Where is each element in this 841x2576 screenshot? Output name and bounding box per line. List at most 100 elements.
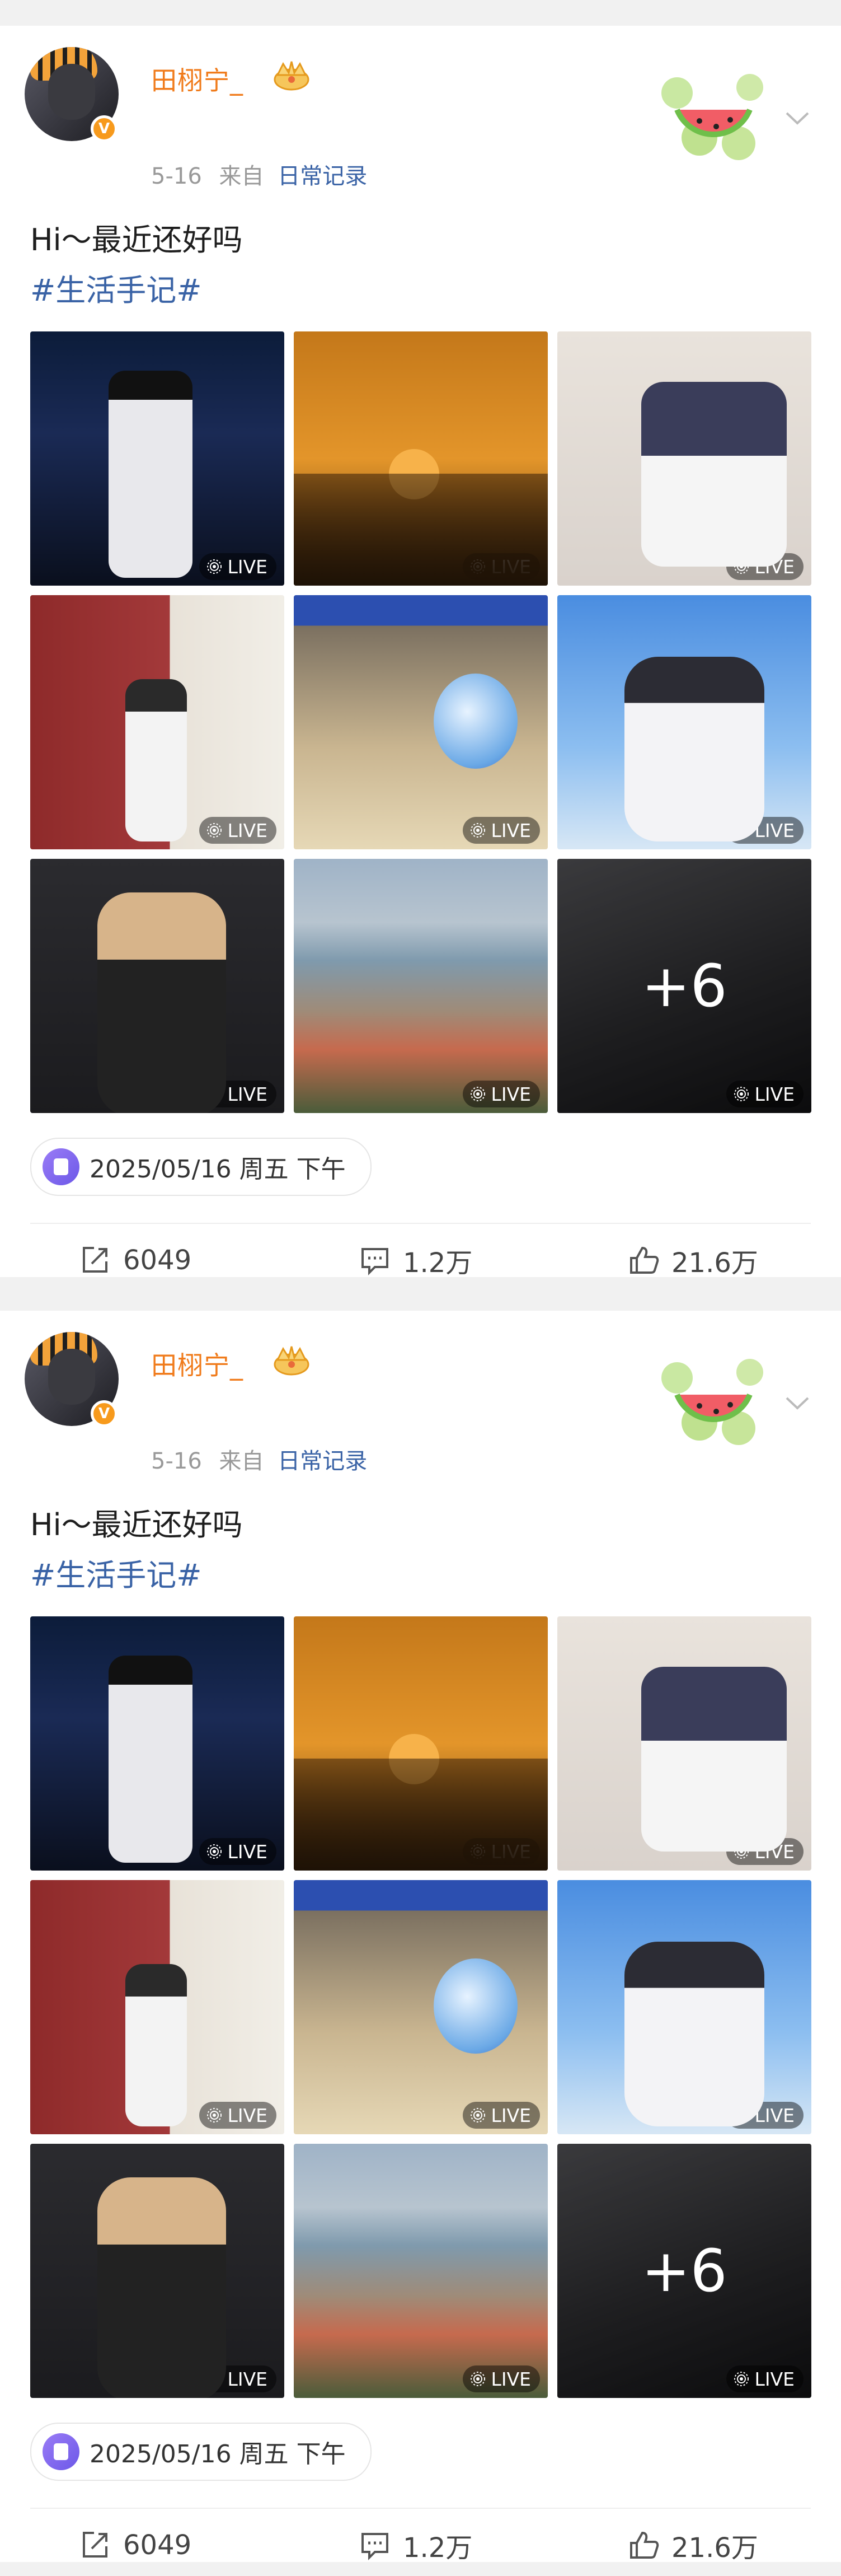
divider [30, 2508, 811, 2509]
sunset-photo[interactable]: LIVE [294, 1616, 548, 1871]
username[interactable]: 田栩宁_ [151, 1345, 243, 1382]
live-photo-icon [734, 2108, 749, 2122]
sunset-photo[interactable]: LIVE [294, 331, 548, 586]
live-photo-icon [471, 559, 486, 574]
image-grid: LIVE LIVE LIVE LIVE LIVE LIVE LIVE LIVE +6 LIVE [30, 1616, 811, 2398]
watermelon-sticker-icon [661, 74, 763, 160]
sky-selfie-photo[interactable]: LIVE [557, 1880, 811, 2134]
live-photo-badge: LIVE [199, 2365, 276, 2392]
live-photo-badge: LIVE [726, 2365, 804, 2392]
live-photo-badge: LIVE [463, 2102, 540, 2129]
live-label: LIVE [491, 1840, 531, 1863]
live-label: LIVE [754, 2368, 795, 2390]
more-images-count: +6 [557, 2144, 811, 2398]
topic-hashtag-link[interactable]: #生活手记# [30, 1550, 202, 1595]
post-meta: 5-16 来自 日常记录 [151, 1443, 367, 1475]
seaside-town-photo[interactable]: LIVE [294, 859, 548, 1113]
crown-badge-icon [274, 1346, 309, 1376]
helmet-photo[interactable]: +6 LIVE [557, 859, 811, 1113]
live-label: LIVE [227, 1083, 267, 1105]
post-meta: 5-16 来自 日常记录 [151, 158, 367, 190]
action-bar: 6049 1.2万 21.6万 [0, 1229, 841, 1291]
live-photo-icon [734, 1844, 749, 1859]
live-label: LIVE [754, 555, 795, 578]
location-chip[interactable]: 2025/05/16 周五 下午 [30, 1138, 372, 1196]
chevron-down-icon[interactable] [783, 110, 811, 127]
live-photo-icon [734, 823, 749, 838]
budgie-photo[interactable]: LIVE [294, 595, 548, 849]
comment-button[interactable]: 1.2万 [358, 1229, 472, 1291]
from-label: 来自 [219, 163, 264, 189]
night-city-photo[interactable]: LIVE [30, 1616, 284, 1871]
post-date: 5-16 [151, 163, 202, 189]
live-photo-icon [207, 2108, 222, 2122]
live-photo-badge: LIVE [463, 2365, 540, 2392]
live-photo-icon [207, 1844, 222, 1859]
live-label: LIVE [491, 819, 531, 841]
live-label: LIVE [227, 555, 267, 578]
feed-post: V 田栩宁_ 5-16 来自 日常记录 Hi～最近还好吗 #生活手记# LIVE… [0, 1311, 841, 2564]
live-photo-icon [734, 559, 749, 574]
red-wall-photo[interactable]: LIVE [30, 1880, 284, 2134]
live-label: LIVE [491, 1083, 531, 1105]
live-photo-icon [471, 2108, 486, 2122]
location-chip[interactable]: 2025/05/16 周五 下午 [30, 2423, 372, 2481]
mirror-selfie-photo[interactable]: LIVE [557, 1616, 811, 1871]
live-label: LIVE [754, 2104, 795, 2126]
post-text: Hi～最近还好吗 [30, 1507, 243, 1542]
location-text: 2025/05/16 周五 下午 [90, 1155, 346, 1184]
live-photo-icon [471, 1844, 486, 1859]
like-button[interactable]: 21.6万 [627, 1229, 758, 1291]
live-photo-badge: LIVE [199, 1838, 276, 1865]
live-label: LIVE [754, 1840, 795, 1863]
live-photo-badge: LIVE [199, 553, 276, 580]
live-photo-icon [207, 559, 222, 574]
live-photo-icon [471, 1087, 486, 1101]
live-label: LIVE [227, 1840, 267, 1863]
comment-icon [361, 2533, 388, 2560]
helmet-photo[interactable]: +6 LIVE [557, 2144, 811, 2398]
calendar-icon [43, 2433, 79, 2470]
live-label: LIVE [227, 2104, 267, 2126]
live-label: LIVE [491, 2368, 531, 2390]
more-images-count: +6 [557, 859, 811, 1113]
red-wall-photo[interactable]: LIVE [30, 595, 284, 849]
sunglasses-photo[interactable]: LIVE [30, 859, 284, 1113]
watermelon-sticker-icon [661, 1359, 763, 1445]
live-photo-badge: LIVE [463, 1838, 540, 1865]
live-label: LIVE [227, 819, 267, 841]
live-label: LIVE [754, 819, 795, 841]
repost-count: 6049 [123, 2530, 192, 2561]
image-grid: LIVE LIVE LIVE LIVE LIVE LIVE LIVE LIVE +6 LIVE [30, 331, 811, 1113]
post-text: Hi～最近还好吗 [30, 222, 243, 258]
sunglasses-photo[interactable]: LIVE [30, 2144, 284, 2398]
night-city-photo[interactable]: LIVE [30, 331, 284, 586]
live-label: LIVE [491, 2104, 531, 2126]
username[interactable]: 田栩宁_ [151, 60, 243, 97]
comment-icon [361, 1248, 388, 1275]
comment-count: 1.2万 [403, 1247, 473, 1279]
from-label: 来自 [219, 1448, 264, 1474]
crown-badge-icon [274, 61, 309, 91]
chevron-down-icon[interactable] [783, 1395, 811, 1411]
topic-hashtag-link[interactable]: #生活手记# [30, 265, 202, 310]
live-photo-badge: LIVE [463, 1081, 540, 1107]
live-photo-badge: LIVE [463, 817, 540, 844]
live-photo-badge: LIVE [199, 2102, 276, 2129]
post-source-link[interactable]: 日常记录 [278, 163, 367, 189]
live-photo-badge: LIVE [463, 553, 540, 580]
sky-selfie-photo[interactable]: LIVE [557, 595, 811, 849]
live-photo-icon [207, 823, 222, 838]
live-photo-badge: LIVE [199, 1081, 276, 1107]
thumbs-up-icon [630, 2531, 659, 2559]
seaside-town-photo[interactable]: LIVE [294, 2144, 548, 2398]
budgie-photo[interactable]: LIVE [294, 1880, 548, 2134]
live-photo-icon [471, 823, 486, 838]
live-photo-badge: LIVE [726, 817, 804, 844]
live-photo-icon [734, 2372, 749, 2386]
post-date: 5-16 [151, 1448, 202, 1474]
repost-count: 6049 [123, 1245, 192, 1276]
post-source-link[interactable]: 日常记录 [278, 1448, 367, 1474]
mirror-selfie-photo[interactable]: LIVE [557, 331, 811, 586]
repost-button[interactable]: 6049 [78, 1229, 191, 1291]
